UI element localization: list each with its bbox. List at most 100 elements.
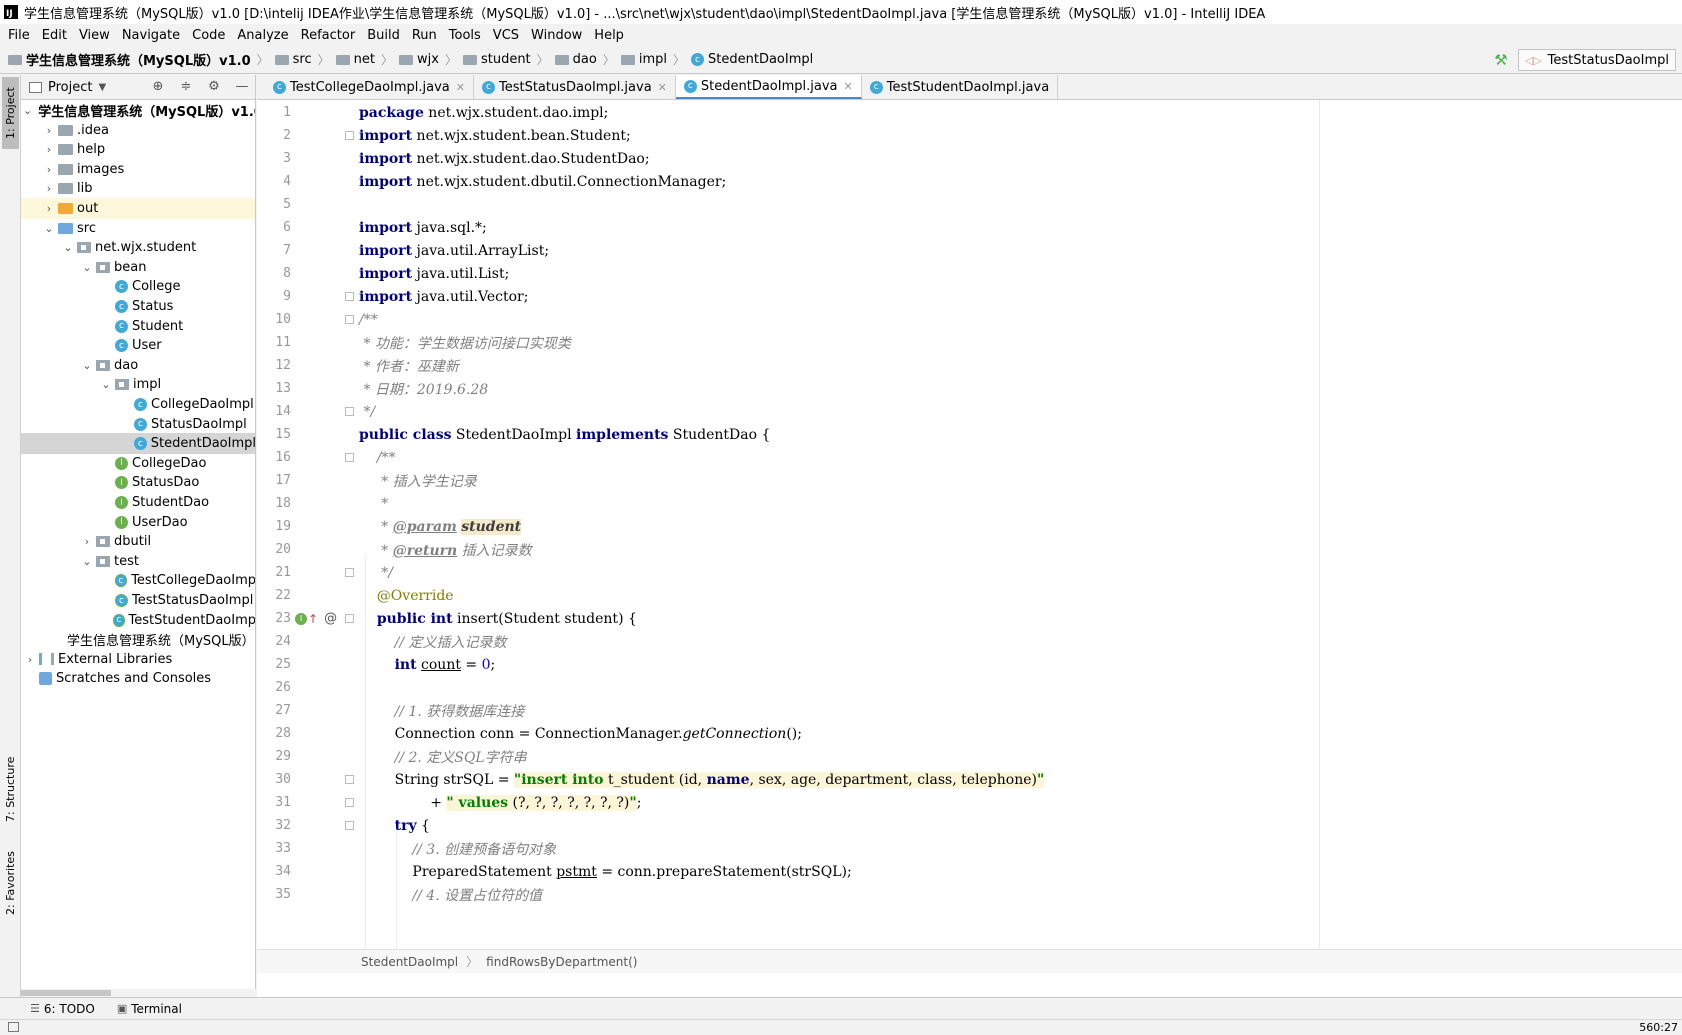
tree-item[interactable]: c CollegeDaoImpl (21, 394, 255, 415)
tree-item[interactable]: c Student (21, 316, 255, 337)
menu-tools[interactable]: Tools (443, 28, 487, 43)
tree-item[interactable]: I CollegeDao (21, 453, 255, 474)
tree-item[interactable]: c TestCollegeDaoImp (21, 570, 255, 591)
code-area[interactable]: 1 package net.wjx.student.dao.impl; 2 im… (257, 100, 1682, 973)
close-icon[interactable]: ✕ (844, 80, 853, 93)
editor-breadcrumb-method[interactable]: findRowsByDepartment() (486, 955, 637, 969)
chevron-right-icon[interactable]: › (42, 202, 56, 215)
breadcrumb-net[interactable]: net (335, 52, 375, 67)
fold-marker[interactable] (341, 407, 357, 416)
fold-marker[interactable] (341, 568, 357, 577)
tree-item[interactable]: I StudentDao (21, 492, 255, 513)
menu-window[interactable]: Window (525, 28, 588, 43)
tree-item[interactable]: › out (21, 198, 255, 219)
breadcrumb-student[interactable]: student (462, 52, 531, 67)
menu-code[interactable]: Code (186, 28, 231, 43)
fold-marker[interactable] (341, 315, 357, 324)
caret-position[interactable]: 560:27 (1639, 1021, 1678, 1034)
chevron-down-icon[interactable]: ⌄ (80, 359, 94, 372)
tree-item[interactable]: › lib (21, 178, 255, 199)
tree-item[interactable]: c User (21, 335, 255, 356)
chevron-down-icon[interactable]: ▼ (98, 82, 106, 93)
terminal-tool-button[interactable]: ▣ Terminal (117, 1002, 182, 1016)
chevron-down-icon[interactable]: ⌄ (61, 241, 75, 254)
build-hammer-icon[interactable]: ⚒ (1494, 51, 1507, 69)
tree-item[interactable]: › images (21, 159, 255, 180)
tree-item[interactable]: ⌄ src (21, 218, 255, 239)
tool-windows-toggle-icon[interactable] (8, 1022, 19, 1032)
chevron-right-icon[interactable]: › (42, 143, 56, 156)
close-icon[interactable]: ✕ (658, 81, 667, 94)
menu-edit[interactable]: Edit (36, 28, 73, 43)
chevron-right-icon[interactable]: › (42, 163, 56, 176)
tree-item[interactable]: › External Libraries (21, 649, 255, 670)
tree-horizontal-scrollbar[interactable] (21, 989, 256, 997)
menu-help[interactable]: Help (588, 28, 630, 43)
chevron-down-icon[interactable]: ⌄ (23, 104, 32, 117)
tree-item[interactable]: › dbutil (21, 531, 255, 552)
fold-marker[interactable] (341, 292, 357, 301)
tab-test-college-dao-impl[interactable]: c TestCollegeDaoImpl.java ✕ (265, 75, 474, 99)
chevron-down-icon[interactable]: ⌄ (99, 378, 113, 391)
chevron-right-icon[interactable]: › (80, 535, 94, 548)
menu-file[interactable]: File (2, 28, 36, 43)
tree-item[interactable]: ⌄ test (21, 551, 255, 572)
fold-marker[interactable] (341, 131, 357, 140)
run-configuration-selector[interactable]: ◁▷ TestStatusDaoImpl (1517, 49, 1676, 71)
menu-refactor[interactable]: Refactor (295, 28, 362, 43)
menu-navigate[interactable]: Navigate (116, 28, 186, 43)
chevron-right-icon[interactable]: › (23, 653, 37, 666)
tree-item[interactable]: c TestStatusDaoImpl (21, 590, 255, 611)
breadcrumb-impl[interactable]: impl (620, 52, 667, 67)
tab-test-student-dao-impl[interactable]: c TestStudentDaoImpl.java (862, 75, 1059, 99)
tree-item[interactable]: c Status (21, 296, 255, 317)
chevron-down-icon[interactable]: ⌄ (80, 261, 94, 274)
arrow-up-icon[interactable]: ↑ (308, 612, 318, 626)
collapse-all-icon[interactable]: ≑ (177, 79, 195, 94)
tree-item[interactable]: c StatusDaoImpl (21, 414, 255, 435)
tab-stedent-dao-impl[interactable]: c StedentDaoImpl.java ✕ (675, 75, 862, 99)
tree-item[interactable]: c TestStudentDaoImp (21, 610, 255, 631)
favorites-tool-tab[interactable]: 2: Favorites (2, 845, 19, 921)
breadcrumb-wjx[interactable]: wjx (399, 52, 439, 67)
tree-item[interactable]: I UserDao (21, 512, 255, 533)
project-tool-tab[interactable]: 1: Project (2, 77, 19, 149)
fold-marker[interactable] (341, 453, 357, 462)
menu-run[interactable]: Run (406, 28, 443, 43)
tree-item[interactable]: ⌄ bean (21, 257, 255, 278)
menu-view[interactable]: View (73, 28, 116, 43)
todo-tool-button[interactable]: ☰ 6: TODO (30, 1002, 95, 1016)
tree-item[interactable]: I StatusDao (21, 472, 255, 493)
tree-item[interactable]: ⌄ net.wjx.student (21, 237, 255, 258)
breadcrumb-module[interactable]: 学生信息管理系统（MySQL版）v1.0 (8, 50, 251, 69)
tree-item[interactable]: c College (21, 276, 255, 297)
tree-item[interactable]: ⌄ impl (21, 374, 255, 395)
structure-tool-tab[interactable]: 7: Structure (2, 751, 19, 827)
tree-item[interactable]: Scratches and Consoles (21, 668, 255, 689)
tab-test-status-dao-impl[interactable]: c TestStatusDaoImpl.java ✕ (474, 75, 676, 99)
editor-breadcrumb-class[interactable]: StedentDaoImpl (361, 955, 458, 969)
fold-marker[interactable] (341, 821, 357, 830)
tree-item[interactable]: 学生信息管理系统（MySQL版）v (21, 629, 255, 650)
tree-item[interactable]: c StedentDaoImpl (21, 433, 255, 455)
tree-item[interactable]: › .idea (21, 120, 255, 141)
menu-build[interactable]: Build (361, 28, 406, 43)
chevron-down-icon[interactable]: ⌄ (80, 555, 94, 568)
breadcrumb-src[interactable]: src (274, 52, 312, 67)
chevron-right-icon[interactable]: › (42, 182, 56, 195)
scrollbar-thumb[interactable] (21, 990, 111, 996)
fold-marker[interactable] (341, 614, 357, 623)
chevron-down-icon[interactable]: ⌄ (42, 222, 56, 235)
hide-panel-icon[interactable]: — (233, 79, 251, 94)
tree-item[interactable]: ⌄ dao (21, 355, 255, 376)
menu-analyze[interactable]: Analyze (231, 28, 294, 43)
fold-marker[interactable] (341, 798, 357, 807)
chevron-right-icon[interactable]: › (42, 124, 56, 137)
tree-item[interactable]: ⌄ 学生信息管理系统（MySQL版）v1.0 (21, 100, 255, 121)
breadcrumb-dao[interactable]: dao (554, 52, 597, 67)
close-icon[interactable]: ✕ (456, 81, 465, 94)
locate-target-icon[interactable]: ⊕ (149, 79, 167, 94)
gear-icon[interactable]: ⚙ (205, 79, 223, 94)
fold-marker[interactable] (341, 775, 357, 784)
implements-method-icon[interactable]: I (295, 612, 307, 625)
